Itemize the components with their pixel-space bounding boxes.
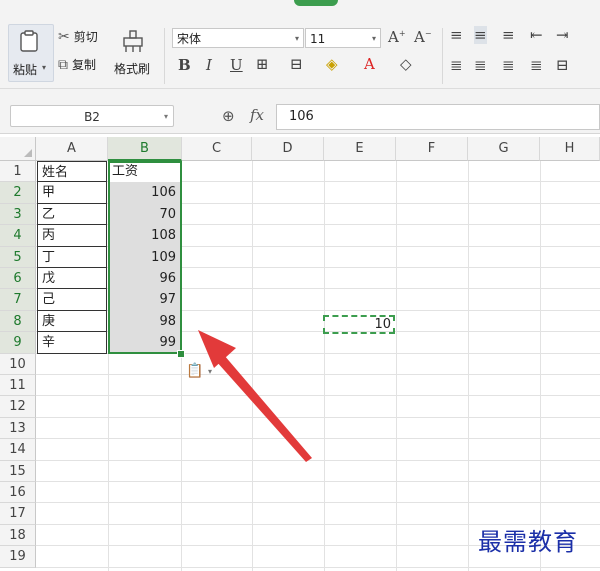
annotation-arrow [198,330,312,462]
arrow-head [198,330,236,368]
watermark-text: 最需教育 [478,528,578,556]
arrow-shaft [216,355,312,462]
